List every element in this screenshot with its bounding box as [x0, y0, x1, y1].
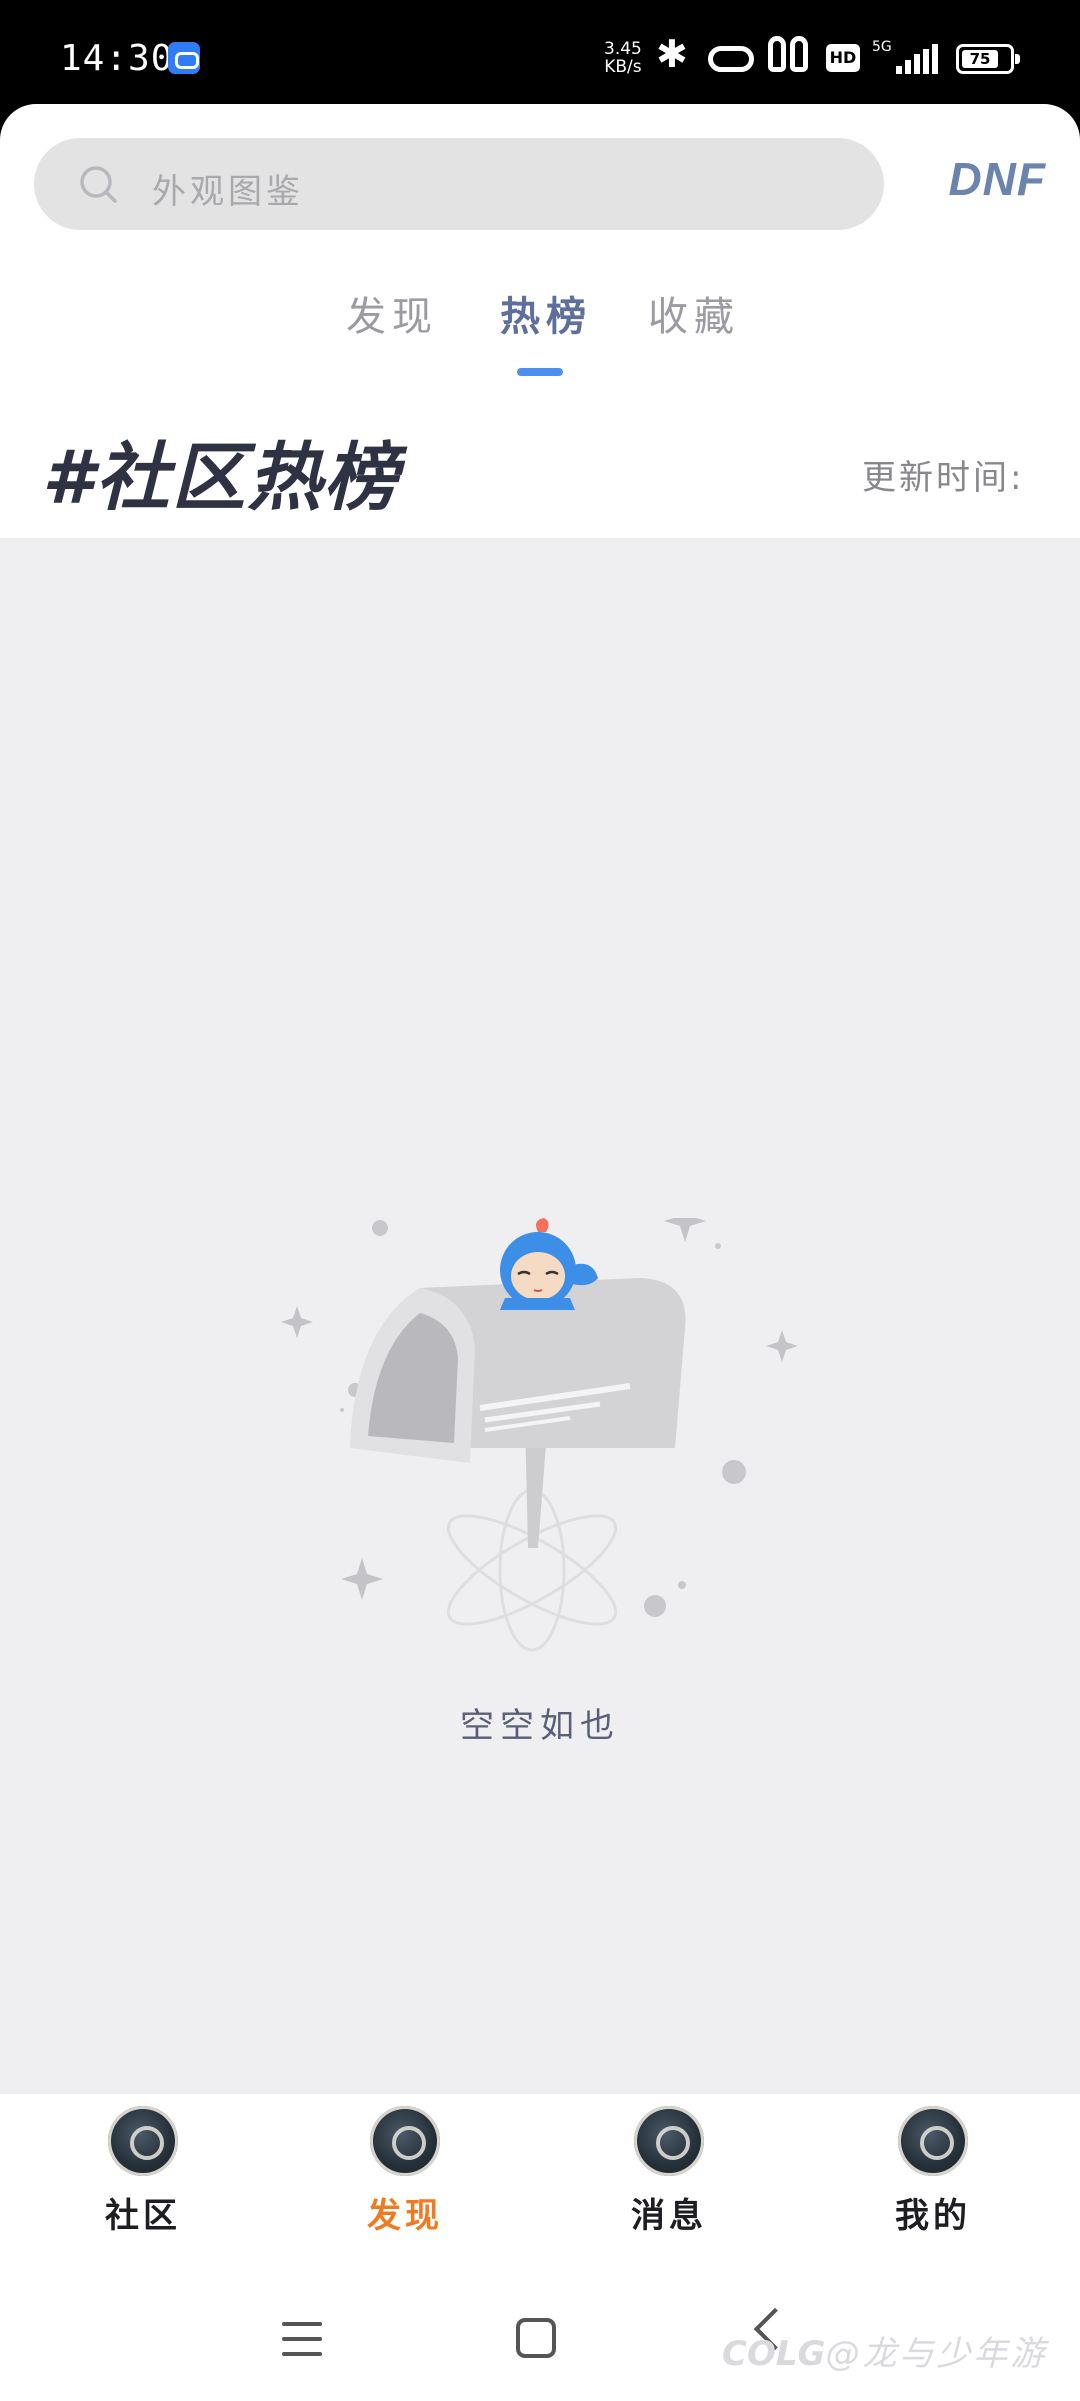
- community-icon: [108, 2106, 178, 2176]
- bluetooth-icon: ✱: [656, 32, 688, 76]
- recent-apps-icon[interactable]: [282, 2322, 322, 2356]
- app-notification-icon: [168, 42, 200, 74]
- profile-icon: [898, 2106, 968, 2176]
- nav-discover[interactable]: 发现: [334, 2106, 474, 2256]
- nav-discover-label: 发现: [367, 2196, 443, 2236]
- nav-profile[interactable]: 我的: [862, 2106, 1002, 2256]
- watermark-text: @龙与少年游: [825, 2334, 1048, 2374]
- earbuds-icon: [768, 36, 812, 76]
- tab-favorites[interactable]: 收藏: [648, 284, 740, 342]
- network-speed-value: 3.45: [604, 39, 642, 59]
- search-placeholder: 外观图鉴: [152, 172, 304, 212]
- search-row: 外观图鉴 DNF: [34, 138, 1046, 230]
- empty-state-text: 空空如也: [460, 1706, 620, 1746]
- nav-messages-label: 消息: [631, 2196, 707, 2236]
- status-bar: 14:30 3.45 KB/s ✱ HD 5G 75: [0, 0, 1080, 110]
- messages-icon: [634, 2106, 704, 2176]
- network-type: 5G: [872, 39, 892, 55]
- nav-messages[interactable]: 消息: [598, 2106, 738, 2256]
- status-time: 14:30: [60, 38, 174, 79]
- watermark: COLG@龙与少年游: [722, 2326, 1047, 2375]
- search-input[interactable]: 外观图鉴: [34, 138, 884, 230]
- nav-profile-label: 我的: [895, 2196, 971, 2236]
- dnf-logo[interactable]: DNF: [948, 152, 1046, 206]
- bottom-nav: 社区 发现 消息 我的: [0, 2094, 1080, 2270]
- discover-icon: [370, 2106, 440, 2176]
- network-speed: 3.45 KB/s: [604, 40, 642, 76]
- battery-icon: 75: [956, 44, 1020, 74]
- hot-list-title: #社区热榜: [42, 435, 400, 521]
- active-tab-indicator: [517, 368, 563, 376]
- update-time-label: 更新时间:: [862, 458, 1025, 498]
- hd-icon: HD: [826, 44, 860, 72]
- network-speed-unit: KB/s: [604, 57, 642, 77]
- hot-list-header: #社区热榜 更新时间:: [0, 404, 1080, 539]
- signal-icon: [896, 44, 940, 74]
- hot-list-content[interactable]: 空空如也: [0, 538, 1080, 2094]
- watermark-brand: COLG: [722, 2334, 826, 2374]
- home-icon[interactable]: [516, 2318, 556, 2358]
- nav-community-label: 社区: [105, 2196, 181, 2236]
- tab-hot-list[interactable]: 热榜: [500, 284, 592, 342]
- tab-discover[interactable]: 发现: [346, 284, 438, 342]
- link-icon: [708, 46, 754, 72]
- nav-community[interactable]: 社区: [72, 2106, 212, 2256]
- empty-mailbox-illustration: [281, 1218, 798, 1652]
- search-icon: [80, 166, 117, 203]
- app-screen: 外观图鉴 DNF 发现 热榜 收藏 #社区热榜 更新时间: 空空如也 社区 发现…: [0, 104, 1080, 2401]
- battery-level: 75: [962, 50, 998, 68]
